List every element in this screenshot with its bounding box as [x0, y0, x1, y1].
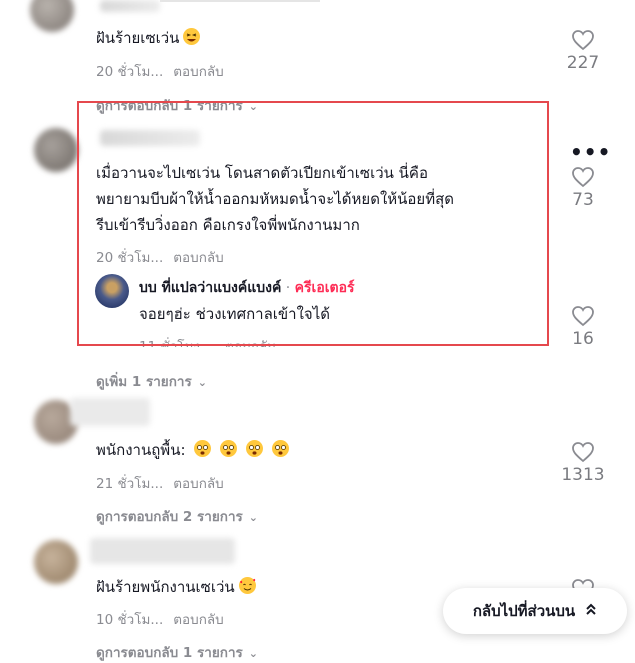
view-replies-button[interactable]: ดูการตอบกลับ 1 รายการ ⌄: [96, 641, 258, 663]
chevron-down-icon: ⌄: [197, 376, 207, 389]
avatar[interactable]: [34, 540, 78, 584]
reply-button[interactable]: ตอบกลับ: [173, 64, 223, 80]
drooling-face-icon: [271, 440, 289, 457]
back-to-top-label: กลับไปที่ส่วนบน: [472, 602, 576, 620]
heart-icon: [553, 441, 613, 463]
drooling-face-icon: [245, 440, 263, 457]
like-button[interactable]: 227: [553, 29, 613, 73]
drooling-face-icon: [194, 440, 212, 457]
chevron-down-icon: ⌄: [248, 647, 258, 660]
like-count: 1313: [561, 465, 605, 485]
laughing-face-icon: [183, 28, 201, 45]
timestamp: 10 ชั่วโม...: [96, 612, 164, 628]
comment-meta: 20 ชั่วโม... ตอบกลับ: [96, 60, 224, 82]
timestamp: 20 ชั่วโม...: [96, 64, 164, 80]
comment-meta: 21 ชั่วโม... ตอบกลับ: [96, 472, 224, 494]
back-to-top-button[interactable]: กลับไปที่ส่วนบน: [443, 588, 627, 634]
avatar[interactable]: [34, 128, 78, 172]
highlight-box: [77, 101, 549, 346]
chevron-down-icon: ⌄: [248, 511, 258, 524]
like-count: 73: [572, 190, 594, 210]
view-replies-button[interactable]: ดูการตอบกลับ 2 รายการ ⌄: [96, 505, 258, 527]
like-button[interactable]: 16: [553, 305, 613, 349]
heart-icon: [553, 29, 613, 51]
comment-text: ฝันร้ายเซเว่น: [96, 25, 201, 51]
timestamp: 21 ชั่วโม...: [96, 476, 164, 492]
reply-button[interactable]: ตอบกลับ: [173, 612, 223, 628]
blurred-username: [90, 538, 235, 564]
comment-text: ฝันร้ายพนักงานเซเว่น: [96, 574, 256, 600]
view-more-button[interactable]: ดูเพิ่ม 1 รายการ ⌄: [96, 370, 207, 392]
like-button[interactable]: 73: [553, 166, 613, 210]
top-divider: [160, 0, 320, 2]
like-count: 16: [572, 329, 594, 349]
more-options-icon[interactable]: •••: [570, 140, 611, 164]
reply-button[interactable]: ตอบกลับ: [173, 476, 223, 492]
double-chevron-up-icon: [585, 602, 597, 620]
like-button[interactable]: 1313: [553, 441, 613, 485]
comment-text: พนักงานถูพื้น:: [96, 437, 289, 463]
heart-icon: [553, 305, 613, 327]
heart-icon: [553, 166, 613, 188]
blurred-username: [100, 0, 160, 12]
drooling-face-icon: [220, 440, 238, 457]
comment-meta: 10 ชั่วโม... ตอบกลับ: [96, 608, 224, 630]
smiling-face-with-hearts-icon: [238, 577, 256, 594]
blurred-username: [70, 398, 150, 426]
avatar[interactable]: [30, 0, 74, 32]
like-count: 227: [566, 53, 600, 73]
